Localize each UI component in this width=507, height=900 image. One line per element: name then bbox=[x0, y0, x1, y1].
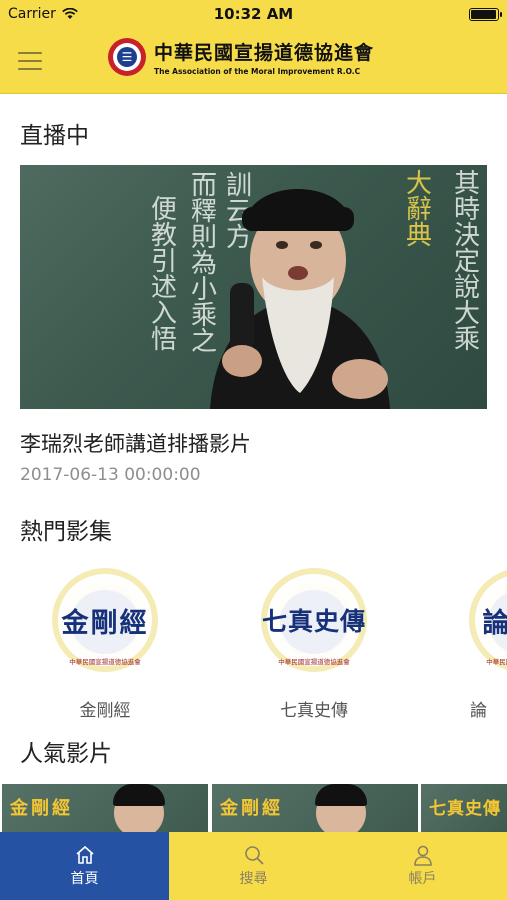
album-label: 論 bbox=[470, 701, 487, 721]
logo-text: 中華民國宣揚道德協進會 The Association of the Moral… bbox=[154, 38, 374, 76]
album-cover-title: 金剛經 bbox=[61, 607, 149, 639]
popular-video-thumbnail[interactable]: 七真史傳 bbox=[421, 784, 507, 832]
carrier-label: Carrier bbox=[8, 6, 56, 22]
album-label: 金剛經 bbox=[79, 701, 131, 721]
logo-title-en: The Association of the Moral Improvement… bbox=[154, 67, 361, 76]
battery-icon bbox=[469, 7, 502, 21]
album-clip: 論 中華民國宣揚道德協進會 論 bbox=[462, 568, 507, 728]
logo-title-zh: 中華民國宣揚道德協進會 bbox=[154, 42, 375, 64]
tab-bar: 首頁 搜尋 帳戶 bbox=[0, 832, 507, 900]
wifi-icon bbox=[62, 8, 78, 19]
album-item[interactable]: 七真史傳 中華民國宣揚道德協進會 七真史傳 bbox=[254, 568, 374, 721]
status-left: Carrier bbox=[8, 6, 78, 22]
popular-video-thumbnail[interactable]: 金剛經 bbox=[212, 784, 418, 832]
album-item[interactable]: 金剛經 中華民國宣揚道德協進會 金剛經 bbox=[45, 568, 165, 721]
tab-search[interactable]: 搜尋 bbox=[169, 832, 338, 900]
live-video-title[interactable]: 李瑞烈老師講道排播影片 bbox=[20, 428, 251, 458]
album-item[interactable]: 論 中華民國宣揚道德協進會 論 bbox=[462, 568, 507, 721]
nav-bar: ☰ 中華民國宣揚道德協進會 The Association of the Mor… bbox=[0, 28, 507, 94]
account-icon bbox=[413, 845, 432, 866]
live-section-title: 直播中 bbox=[20, 123, 89, 149]
speaker-figure bbox=[210, 189, 390, 409]
album-cover-title: 論 bbox=[482, 607, 507, 639]
album-cover: 金剛經 中華民國宣揚道德協進會 bbox=[45, 568, 165, 672]
status-bar: Carrier 10:32 AM bbox=[0, 0, 507, 28]
album-cover-org: 中華民國宣揚道德協進會 bbox=[69, 658, 141, 666]
thumb-title: 金剛經 bbox=[220, 798, 283, 819]
logo-emblem-icon: ☰ bbox=[108, 38, 146, 76]
popular-albums-section-title: 熱門影集 bbox=[20, 519, 112, 545]
popular-videos-section-title: 人氣影片 bbox=[20, 741, 112, 767]
album-cover: 論 中華民國宣揚道德協進會 bbox=[462, 568, 507, 672]
album-cover-org: 中華民國宣揚道德協進會 bbox=[278, 658, 350, 666]
tab-search-label: 搜尋 bbox=[239, 871, 268, 887]
live-video-thumbnail[interactable]: 訓云方 而釋則為小乘之 便教引述入悟 其時決定說大乘 大辭典 bbox=[20, 165, 487, 409]
album-label: 七真史傳 bbox=[280, 701, 348, 721]
tab-home[interactable]: 首頁 bbox=[0, 832, 169, 900]
board-text-4: 其時決定說大乘 bbox=[449, 169, 480, 351]
album-cover-org: 中華民國宣揚道德協進會 bbox=[486, 658, 507, 666]
battery-level bbox=[471, 9, 496, 19]
home-icon bbox=[75, 845, 94, 864]
thumb-title: 七真史傳 bbox=[429, 799, 501, 819]
tab-account[interactable]: 帳戶 bbox=[338, 832, 507, 900]
tab-account-label: 帳戶 bbox=[408, 871, 437, 887]
search-icon bbox=[244, 846, 264, 865]
album-cover: 七真史傳 中華民國宣揚道德協進會 bbox=[254, 568, 374, 672]
thumb-title: 金剛經 bbox=[10, 798, 73, 819]
tab-home-label: 首頁 bbox=[70, 871, 99, 887]
live-video-date: 2017-06-13 00:00:00 bbox=[20, 465, 201, 485]
album-cover-title: 七真史傳 bbox=[261, 607, 366, 636]
menu-icon[interactable] bbox=[18, 52, 42, 70]
app-logo: ☰ 中華民國宣揚道德協進會 The Association of the Mor… bbox=[108, 38, 374, 76]
popular-video-thumbnail[interactable]: 金剛經 bbox=[2, 784, 208, 832]
